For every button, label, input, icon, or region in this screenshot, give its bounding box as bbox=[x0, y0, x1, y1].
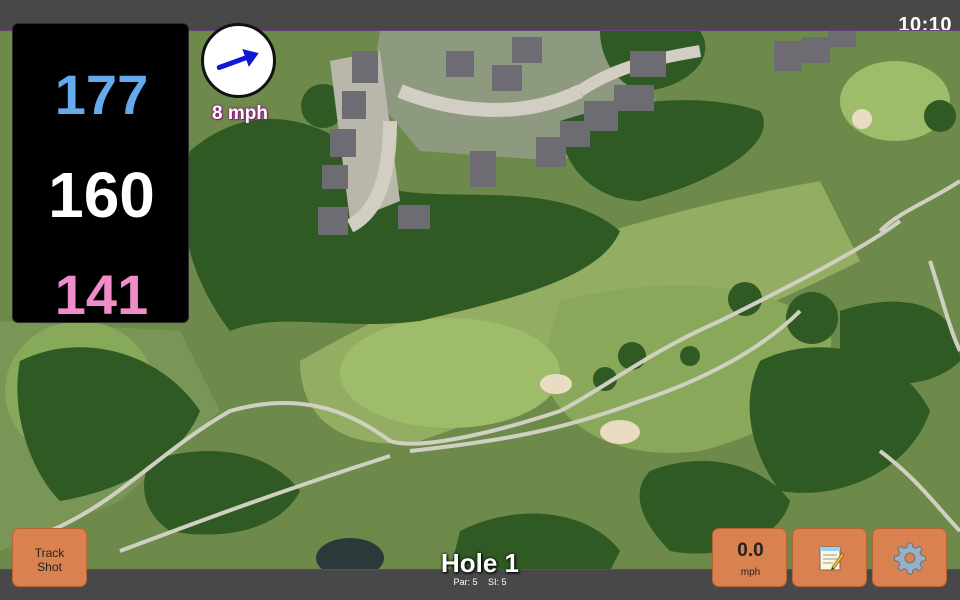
wind-speed: 8 mph bbox=[212, 103, 268, 124]
notes-button[interactable] bbox=[792, 528, 867, 587]
hole-title[interactable]: Hole 1 bbox=[380, 548, 580, 579]
hole-info: Par: 5 SI: 5 bbox=[380, 577, 580, 587]
track-shot-label-line2: Shot bbox=[37, 560, 62, 574]
gear-icon bbox=[893, 542, 926, 574]
distance-back: 177 bbox=[54, 63, 149, 126]
wind-arrow-icon bbox=[216, 49, 259, 71]
hole-stroke-index: SI: 5 bbox=[488, 577, 507, 587]
wind-direction-dial bbox=[201, 23, 276, 98]
track-shot-label-line1: Track bbox=[34, 546, 65, 560]
hole-par: Par: 5 bbox=[453, 577, 478, 587]
distance-middle: 160 bbox=[48, 159, 155, 231]
speed-unit: mph bbox=[740, 567, 761, 578]
notepad-icon bbox=[819, 546, 844, 570]
distance-panel: 177 160 141 bbox=[12, 23, 189, 326]
settings-button[interactable] bbox=[872, 528, 947, 587]
speed-button[interactable]: 0.0 mph bbox=[712, 528, 787, 587]
speed-value: 0.0 bbox=[737, 540, 764, 561]
distance-front: 141 bbox=[54, 263, 149, 326]
golf-gps-screen: 10:10 177 160 141 8 mph Track Shot Hole … bbox=[0, 0, 960, 600]
track-shot-button[interactable]: Track Shot bbox=[12, 528, 87, 587]
